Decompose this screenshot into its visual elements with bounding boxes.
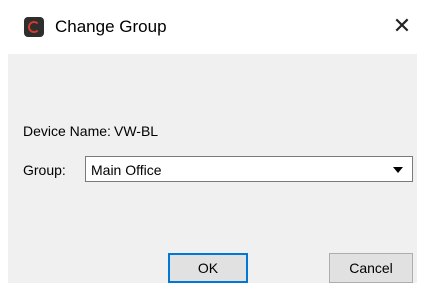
group-selected-value: Main Office bbox=[91, 162, 162, 178]
dialog-body: Device Name: VW-BL Group: Main Office OK… bbox=[8, 54, 417, 283]
chevron-down-icon[interactable] bbox=[393, 167, 403, 173]
close-icon[interactable]: ✕ bbox=[384, 8, 420, 44]
group-select[interactable]: Main Office bbox=[85, 156, 413, 182]
window-title: Change Group bbox=[55, 17, 167, 36]
change-group-dialog: Change Group ✕ Device Name: VW-BL Group:… bbox=[0, 0, 424, 291]
title-bar[interactable]: Change Group ✕ bbox=[0, 0, 424, 54]
group-label: Group: bbox=[23, 162, 66, 178]
device-name-value: VW-BL bbox=[114, 123, 159, 139]
device-name-label: Device Name: bbox=[23, 123, 111, 139]
app-logo-ring bbox=[28, 21, 40, 33]
ok-button[interactable]: OK bbox=[168, 253, 248, 283]
cancel-button[interactable]: Cancel bbox=[329, 253, 413, 283]
app-logo-icon bbox=[24, 17, 44, 37]
